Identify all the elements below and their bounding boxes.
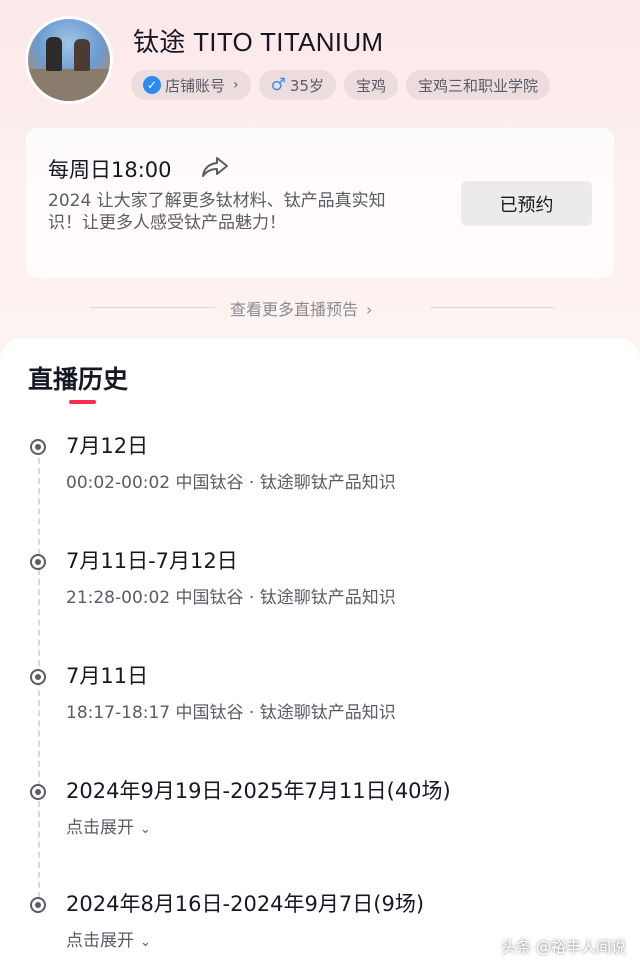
entry-date: 7月11日-7月12日 [66,549,238,573]
verified-icon: ✓ [143,76,161,94]
more-previews-label: 查看更多直播预告 [230,300,359,319]
history-title: 直播历史 [28,365,129,394]
expand-label: 点击展开 [66,818,134,838]
share-icon[interactable] [201,155,229,179]
entry-detail: 18:17-18:17 中国钛谷 · 钛途聊钛产品知识 [66,703,396,723]
entry-detail: 21:28-00:02 中国钛谷 · 钛途聊钛产品知识 [66,588,396,608]
tag-school: 宝鸡三和职业学院 [405,70,550,100]
watermark: 头条 @裕丰人间说 [501,938,626,956]
tag-age: ♂ 35岁 [258,70,336,100]
chevron-down-icon: ⌄ [140,935,151,950]
tag-location: 宝鸡 [343,70,398,100]
live-history-panel: 直播历史 7月12日 00:02-00:02 中国钛谷 · 钛途聊钛产品知识 7… [0,338,640,971]
avatar[interactable] [25,16,113,104]
live-preview-card[interactable]: 每周日18:00 2024 让大家了解更多钛材料、钛产品真实知识！让更多人感受钛… [26,128,614,278]
tag-shop-account[interactable]: ✓ 店铺账号 › [131,70,251,100]
live-preview-time: 每周日18:00 [48,158,172,182]
timeline-dot-icon [30,897,46,913]
timeline-dot-icon [30,554,46,570]
expand-link[interactable]: 点击展开 ⌄ [66,813,151,838]
group-date-range: 2024年8月16日-2024年9月7日(9场) [66,892,425,916]
chevron-right-icon: › [366,300,373,319]
entry-detail: 00:02-00:02 中国钛谷 · 钛途聊钛产品知识 [66,473,396,493]
tag-label: 宝鸡 [355,76,386,95]
reserved-button[interactable]: 已预约 [461,181,592,226]
profile-tags: ✓ 店铺账号 › ♂ 35岁 宝鸡 宝鸡三和职业学院 [131,70,550,100]
timeline-dot-icon [30,669,46,685]
more-previews-row: 查看更多直播预告 › [0,292,640,324]
chevron-right-icon: › [233,77,239,93]
profile-header: 钛途 TITO TITANIUM ✓ 店铺账号 › ♂ 35岁 宝鸡 宝鸡三和职… [0,0,640,340]
history-title-underline [69,400,96,404]
live-preview-description: 2024 让大家了解更多钛材料、钛产品真实知识！让更多人感受钛产品魅力！ [48,191,386,233]
tag-label: 店铺账号 [165,76,226,95]
tag-label: 35岁 [289,76,324,95]
entry-date: 7月11日 [66,664,149,688]
tag-label: 宝鸡三和职业学院 [417,76,538,95]
chevron-down-icon: ⌄ [140,822,151,837]
username: 钛途 TITO TITANIUM [133,27,384,57]
timeline-dot-icon [30,439,46,455]
timeline-dot-icon [30,784,46,800]
male-icon: ♂ [270,75,286,95]
expand-link[interactable]: 点击展开 ⌄ [66,926,151,951]
more-previews-link[interactable]: 查看更多直播预告 › [230,296,372,320]
group-date-range: 2024年9月19日-2025年7月11日(40场) [66,779,451,803]
expand-label: 点击展开 [66,931,134,951]
entry-date: 7月12日 [66,434,149,458]
